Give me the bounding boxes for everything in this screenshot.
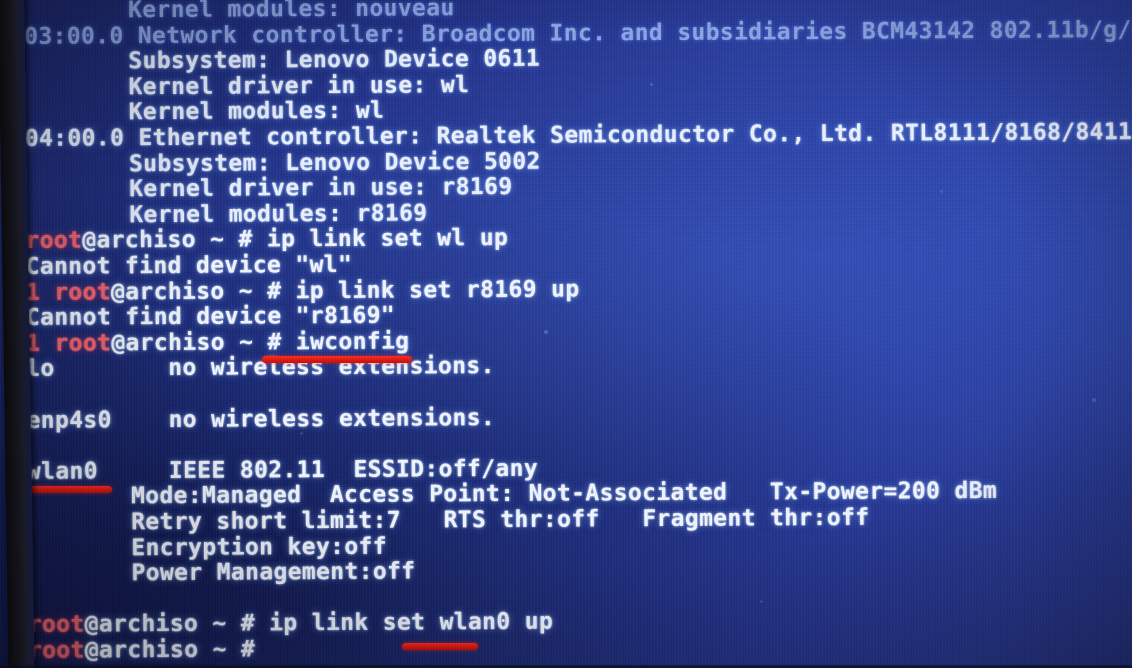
- terminal-text-span: Subsystem: Lenovo Device 5002: [128, 148, 541, 177]
- terminal-line: Kernel modules: nouveau: [128, 0, 455, 23]
- terminal-text-span: @archiso ~ # ip link set r8169 up: [110, 276, 580, 305]
- red-underline-annotation: [262, 356, 412, 363]
- terminal-text-span: @archiso ~ # iwconfig: [111, 328, 410, 357]
- terminal-line: Kernel modules: r8169: [129, 200, 427, 228]
- terminal-text-span: Kernel modules: r8169: [129, 200, 428, 229]
- terminal-line: Cannot find device "r8169": [26, 303, 395, 331]
- monitor-photo: Kernel modules: nouveau 03:00.0 Network c…: [0, 0, 1132, 668]
- terminal-text-span: 1: [25, 279, 55, 306]
- terminal-text-span: lo no wireless extensions.: [26, 353, 495, 383]
- terminal-text-span: Kernel modules: nouveau: [127, 0, 455, 24]
- terminal-line: Kernel driver in use: wl: [128, 72, 469, 100]
- terminal-line: Retry short limit:7 RTS thr:off Fragment…: [131, 505, 869, 536]
- terminal-line: Kernel driver in use: r8169: [129, 174, 512, 202]
- terminal-text-span: @archiso ~ # ip link set wl up: [82, 225, 509, 254]
- terminal-text-span: @archiso ~ # ip link set wlan0 up: [84, 609, 554, 638]
- terminal-text-span: 1: [26, 330, 55, 357]
- terminal-text-span: Power Management:off: [131, 558, 416, 587]
- terminal-text-span: Kernel driver in use: wl: [128, 71, 470, 101]
- terminal-line: Encryption key:off: [131, 533, 387, 561]
- terminal-line: Subsystem: Lenovo Device 5002: [129, 148, 541, 177]
- red-underline-annotation: [402, 643, 478, 650]
- terminal-text-span: root: [25, 227, 83, 255]
- terminal-line: Subsystem: Lenovo Device 0611: [128, 46, 540, 75]
- terminal-text-span: Cannot find device "r8169": [25, 302, 396, 332]
- terminal-text-span: Encryption key:off: [131, 533, 387, 561]
- terminal-line: enp4s0 no wireless extensions.: [26, 405, 495, 434]
- terminal-line: 1 root@archiso ~ # ip link set r8169 up: [26, 276, 580, 305]
- terminal-text-span: Cannot find device "wl": [25, 251, 353, 280]
- terminal-text-span: @archiso ~ #: [84, 636, 256, 664]
- terminal-line: Power Management:off: [131, 559, 415, 587]
- terminal-text-span: Kernel modules: wl: [128, 98, 385, 126]
- terminal-output[interactable]: Kernel modules: nouveau 03:00.0 Network c…: [0, 0, 1132, 668]
- terminal-line: root@archiso ~ # ip link set wlan0 up: [28, 609, 553, 638]
- terminal-line: root@archiso ~ # ip link set wl up: [25, 225, 508, 254]
- terminal-text-span: root: [54, 278, 112, 306]
- terminal-line: 1 root@archiso ~ # iwconfig: [26, 328, 409, 356]
- terminal-text-span: Kernel driver in use: r8169: [129, 174, 513, 203]
- terminal-line: Cannot find device "wl": [26, 252, 353, 280]
- terminal-text-span: root: [27, 637, 85, 664]
- terminal-line: Kernel modules: wl: [129, 98, 385, 126]
- terminal-text-span: root: [54, 330, 112, 357]
- terminal-text-span: Retry short limit:7 RTS thr:off Fragment…: [131, 504, 870, 536]
- terminal-text-span: enp4s0 no wireless extensions.: [26, 404, 496, 434]
- terminal-text-span: root: [27, 611, 85, 639]
- red-underline-annotation: [24, 486, 112, 493]
- terminal-text-span: Subsystem: Lenovo Device 0611: [128, 45, 541, 75]
- terminal-line: lo no wireless extensions.: [26, 353, 495, 382]
- terminal-line: root@archiso ~ #: [28, 636, 255, 663]
